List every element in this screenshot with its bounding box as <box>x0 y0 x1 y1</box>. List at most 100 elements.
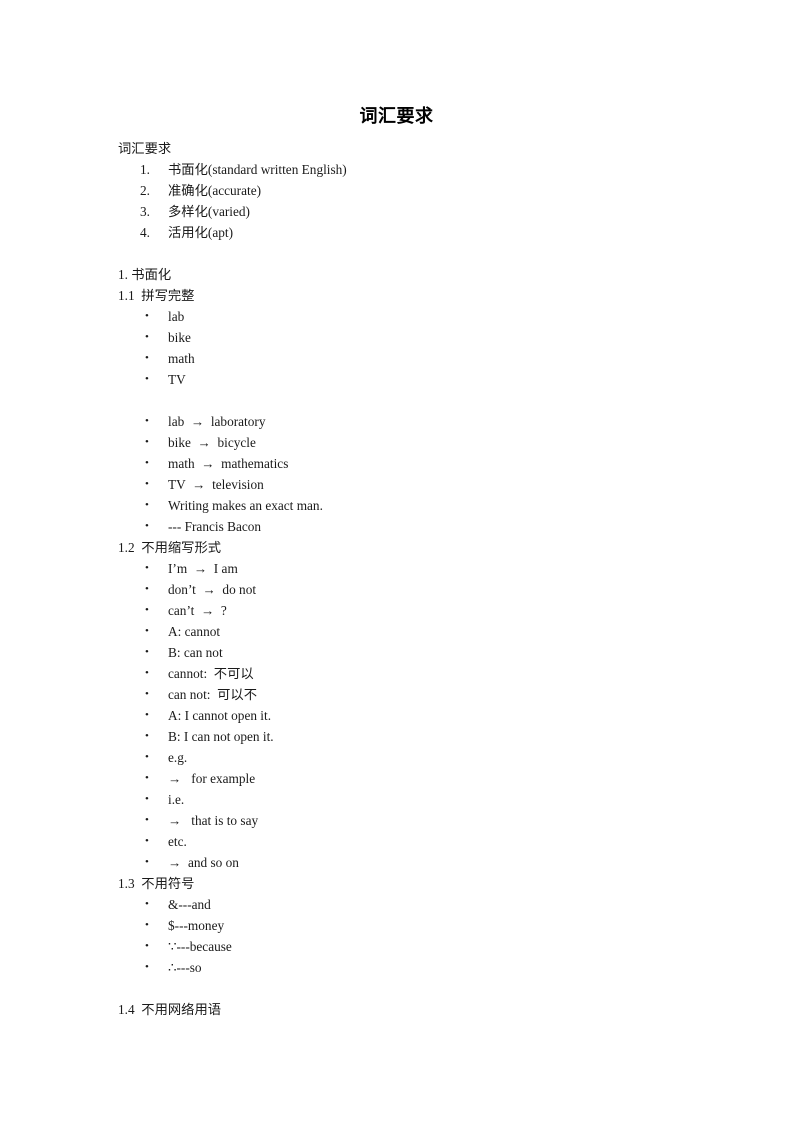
bullet-icon: • <box>145 898 149 910</box>
bullet-icon: • <box>145 457 149 469</box>
bullet-icon: • <box>145 835 149 847</box>
bullet-icon: • <box>145 562 149 574</box>
bullet-icon: • <box>145 436 149 448</box>
heading-1-2: 1.2 不用缩写形式 <box>118 540 222 555</box>
list-item: 2. 准确化(accurate) <box>118 180 718 201</box>
list-item: • math <box>118 348 718 369</box>
list-item-label: I’m → I am <box>168 561 238 576</box>
expanded-forms-list: • lab → laboratory • bike → bicycle • math → … <box>118 411 718 537</box>
list-item-label: bike <box>168 330 191 345</box>
document-page: 词汇要求 词汇要求 1. 书面化(standard written English)… <box>0 0 793 1122</box>
list-item-label: ∴---so <box>168 960 202 975</box>
list-item: 1. 书面化(standard written English) <box>118 159 718 180</box>
list-item: • ∴---so <box>118 957 718 978</box>
list-item-label: math <box>168 351 195 366</box>
bullet-icon: • <box>145 772 149 784</box>
list-item: • &---and <box>118 894 718 915</box>
bullet-icon: • <box>145 352 149 364</box>
bullet-icon: • <box>145 478 149 490</box>
bullet-icon: • <box>145 856 149 868</box>
list-item-label: TV <box>168 372 186 387</box>
list-item: • B: can not <box>118 642 718 663</box>
list-item-label: can not: 可以不 <box>168 687 258 702</box>
list-item: • → for example <box>118 768 718 789</box>
list-item-label: bike → bicycle <box>168 435 256 450</box>
list-item-label: TV → television <box>168 477 264 492</box>
list-item: • A: I cannot open it. <box>118 705 718 726</box>
list-item-label: B: I can not open it. <box>168 729 274 744</box>
bullet-icon: • <box>145 688 149 700</box>
bullet-icon: • <box>145 415 149 427</box>
list-item: • etc. <box>118 831 718 852</box>
list-item: • e.g. <box>118 747 718 768</box>
list-item: • B: I can not open it. <box>118 726 718 747</box>
spacer-after-requirements <box>118 243 718 264</box>
list-item-label: i.e. <box>168 792 185 807</box>
list-item: • → and so on <box>118 852 718 873</box>
bullet-icon: • <box>145 499 149 511</box>
list-item-label: e.g. <box>168 750 188 765</box>
list-item-number: 1. <box>140 162 150 177</box>
list-item-label: cannot: 不可以 <box>168 666 254 681</box>
heading-1: 1. 书面化 <box>118 267 172 282</box>
list-item: • ∵---because <box>118 936 718 957</box>
list-item-label: lab <box>168 309 185 324</box>
intro-paragraph: 词汇要求 <box>118 141 172 156</box>
heading-1-1: 1.1 拼写完整 <box>118 288 195 303</box>
list-item: • A: cannot <box>118 621 718 642</box>
bullet-icon: • <box>145 961 149 973</box>
symbols-list: • &---and • $---money • ∵---because • ∴---so <box>118 894 718 978</box>
list-item-label: &---and <box>168 897 211 912</box>
list-item-label: B: can not <box>168 645 223 660</box>
heading-1-3: 1.3 不用符号 <box>118 876 195 891</box>
bullet-icon: • <box>145 919 149 931</box>
list-item: • don’t → do not <box>118 579 718 600</box>
abbreviation-examples-list: • lab • bike • math • TV <box>118 306 718 390</box>
list-item-label: ∵---because <box>168 939 232 954</box>
list-item-label: etc. <box>168 834 187 849</box>
list-item-number: 2. <box>140 183 150 198</box>
list-item: • lab → laboratory <box>118 411 718 432</box>
list-item: • bike <box>118 327 718 348</box>
bullet-icon: • <box>145 646 149 658</box>
list-item-label: 书面化(standard written English) <box>168 162 347 177</box>
bullet-icon: • <box>145 604 149 616</box>
list-item: • $---money <box>118 915 718 936</box>
list-item-label: A: cannot <box>168 624 221 639</box>
list-item-label: math → mathematics <box>168 456 289 471</box>
bullet-icon: • <box>145 625 149 637</box>
list-item-label: 准确化(accurate) <box>168 183 262 198</box>
bullet-icon: • <box>145 709 149 721</box>
list-item-label: don’t → do not <box>168 582 257 597</box>
list-item-number: 3. <box>140 204 150 219</box>
list-item: • I’m → I am <box>118 558 718 579</box>
list-item: • math → mathematics <box>118 453 718 474</box>
list-item: • TV → television <box>118 474 718 495</box>
list-item: • can not: 可以不 <box>118 684 718 705</box>
spacer-before-heading-1-4 <box>118 978 718 999</box>
list-item-label: $---money <box>168 918 225 933</box>
bullet-icon: • <box>145 583 149 595</box>
bullet-icon: • <box>145 793 149 805</box>
list-item-label: → for example <box>168 771 256 786</box>
list-item: • cannot: 不可以 <box>118 663 718 684</box>
list-item-label: → that is to say <box>168 813 259 828</box>
contractions-list: • I’m → I am • don’t → do not • can’t → ? • A: … <box>118 558 718 873</box>
bullet-icon: • <box>145 940 149 952</box>
list-item: • bike → bicycle <box>118 432 718 453</box>
list-item: • can’t → ? <box>118 600 718 621</box>
bullet-icon: • <box>145 310 149 322</box>
page-title: 词汇要求 <box>359 106 434 126</box>
list-item-label: A: I cannot open it. <box>168 708 272 723</box>
list-item: • i.e. <box>118 789 718 810</box>
list-item: 4. 活用化(apt) <box>118 222 718 243</box>
document-body: 词汇要求 1. 书面化(standard written English) 2. 准确化… <box>118 138 718 1020</box>
list-item: • TV <box>118 369 718 390</box>
list-item: • lab <box>118 306 718 327</box>
list-item-label: lab → laboratory <box>168 414 266 429</box>
list-item: • Writing makes an exact man. <box>118 495 718 516</box>
list-item: • --- Francis Bacon <box>118 516 718 537</box>
bullet-icon: • <box>145 520 149 532</box>
list-item-label: 活用化(apt) <box>168 225 233 240</box>
bullet-icon: • <box>145 751 149 763</box>
